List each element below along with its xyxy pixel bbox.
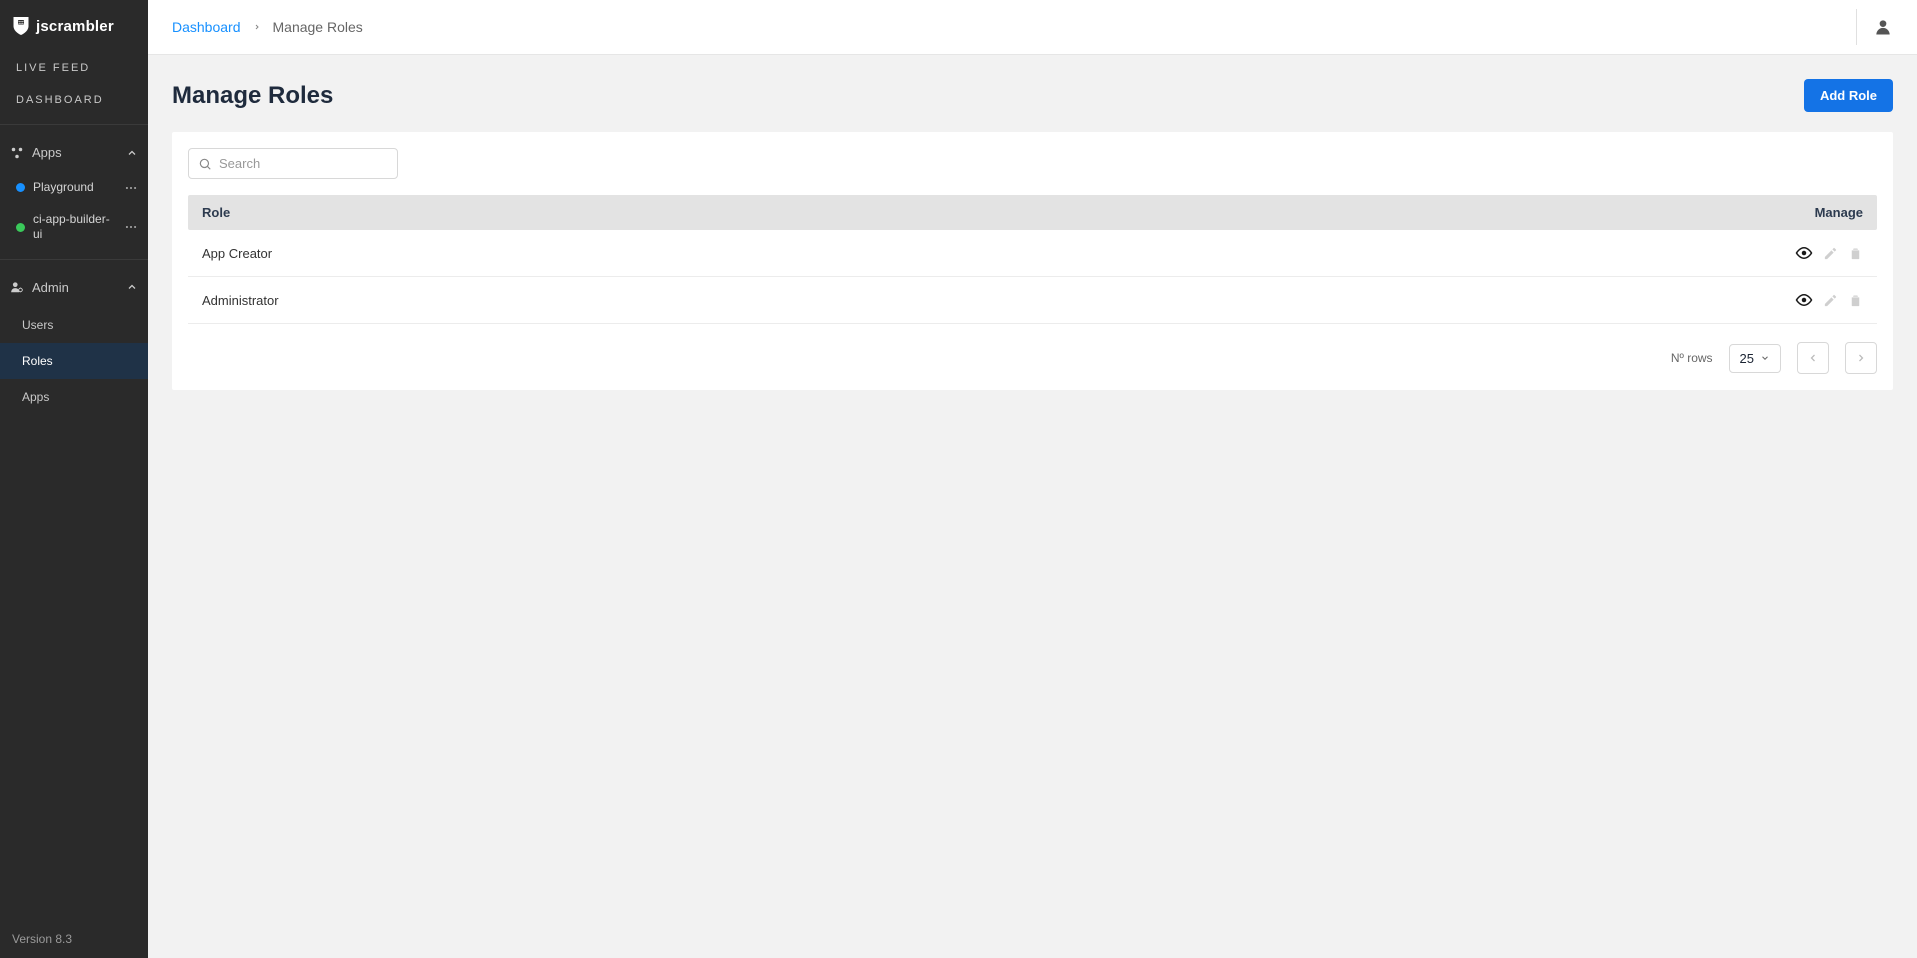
add-role-button[interactable]: Add Role xyxy=(1804,79,1893,112)
search-input[interactable] xyxy=(188,148,398,179)
col-role: Role xyxy=(202,205,1773,220)
role-name: App Creator xyxy=(202,246,1773,261)
app-name: Playground xyxy=(33,180,116,196)
table-row: App Creator xyxy=(188,230,1877,277)
more-horizontal-icon[interactable] xyxy=(124,220,138,234)
nav-dashboard[interactable]: DASHBOARD xyxy=(0,84,148,116)
chevron-up-icon xyxy=(126,281,138,293)
admin-icon xyxy=(10,280,24,294)
role-name: Administrator xyxy=(202,293,1773,308)
divider xyxy=(1856,9,1857,45)
nav-admin-users[interactable]: Users xyxy=(0,307,148,343)
delete-icon xyxy=(1848,293,1863,308)
status-dot-icon xyxy=(16,183,25,192)
nav-admin-apps[interactable]: Apps xyxy=(0,379,148,415)
chevron-left-icon xyxy=(1807,352,1819,364)
nav-live-feed[interactable]: LIVE FEED xyxy=(0,52,148,84)
table-header: Role Manage xyxy=(188,195,1877,230)
eye-icon[interactable] xyxy=(1795,291,1813,309)
version-text: Version 8.3 xyxy=(0,920,148,958)
apps-icon xyxy=(10,146,24,160)
chevron-right-icon xyxy=(1855,352,1867,364)
admin-label: Admin xyxy=(32,280,69,295)
page-title: Manage Roles xyxy=(172,82,333,110)
nav-section-admin[interactable]: Admin xyxy=(0,268,148,307)
status-dot-icon xyxy=(16,223,25,232)
breadcrumb-root[interactable]: Dashboard xyxy=(172,19,241,35)
apps-label: Apps xyxy=(32,145,62,160)
edit-icon xyxy=(1823,246,1838,261)
roles-panel: Role Manage App Creator Administrator xyxy=(172,132,1893,390)
sidebar: jscrambler LIVE FEED DASHBOARD Apps Play… xyxy=(0,0,148,958)
topbar: Dashboard Manage Roles xyxy=(148,0,1917,55)
prev-page-button[interactable] xyxy=(1797,342,1829,374)
nav-app-ci-builder[interactable]: ci-app-builder-ui xyxy=(0,204,148,251)
user-icon[interactable] xyxy=(1873,17,1893,37)
col-manage: Manage xyxy=(1773,205,1863,220)
shield-logo-icon xyxy=(12,15,30,37)
chevron-up-icon xyxy=(126,147,138,159)
roles-table: Role Manage App Creator Administrator xyxy=(188,195,1877,324)
nav-app-playground[interactable]: Playground xyxy=(0,172,148,204)
eye-icon[interactable] xyxy=(1795,244,1813,262)
edit-icon xyxy=(1823,293,1838,308)
delete-icon xyxy=(1848,246,1863,261)
rows-label: Nº rows xyxy=(1671,351,1713,365)
breadcrumb: Dashboard Manage Roles xyxy=(172,19,363,35)
table-row: Administrator xyxy=(188,277,1877,324)
more-horizontal-icon[interactable] xyxy=(124,181,138,195)
chevron-down-icon xyxy=(1760,353,1770,363)
breadcrumb-current: Manage Roles xyxy=(273,19,363,35)
brand-name: jscrambler xyxy=(36,18,114,35)
brand-logo[interactable]: jscrambler xyxy=(0,0,148,52)
next-page-button[interactable] xyxy=(1845,342,1877,374)
search-icon xyxy=(198,157,212,171)
chevron-right-icon xyxy=(253,23,261,31)
rows-per-page-select[interactable]: 25 xyxy=(1729,344,1781,373)
rows-per-page-value: 25 xyxy=(1740,351,1754,366)
nav-section-apps[interactable]: Apps xyxy=(0,133,148,172)
app-name: ci-app-builder-ui xyxy=(33,212,116,243)
nav-admin-roles[interactable]: Roles xyxy=(0,343,148,379)
